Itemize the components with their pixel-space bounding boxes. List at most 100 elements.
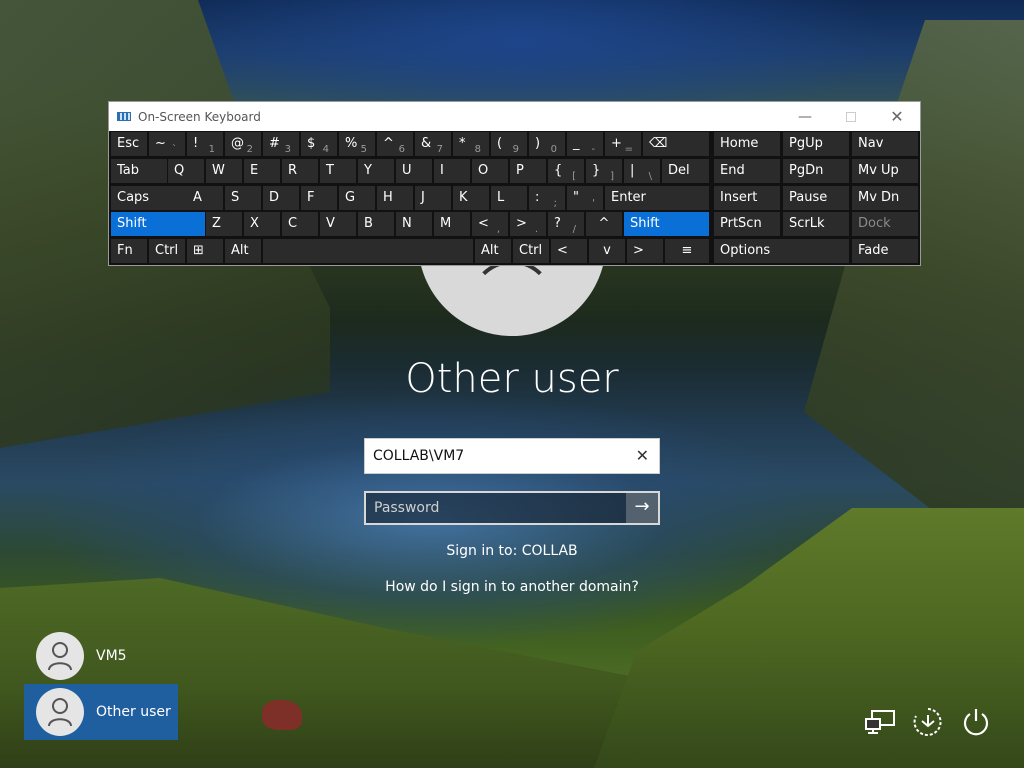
clear-icon[interactable]: ✕ <box>636 446 649 466</box>
key-r4-6[interactable]: N <box>396 212 432 236</box>
key-esc[interactable]: Esc <box>111 132 147 156</box>
key-right-ctrl[interactable]: Ctrl <box>513 239 549 263</box>
key-r3-11[interactable]: " ' <box>567 186 603 210</box>
key-prtscn[interactable]: PrtScn <box>714 212 780 236</box>
key-r3-8[interactable]: K <box>453 186 489 210</box>
key-arrow-down[interactable]: v <box>589 239 625 263</box>
user-tile-other-user[interactable]: Other user <box>24 684 178 740</box>
key-arrow-up[interactable]: ^ <box>586 212 622 236</box>
power-icon[interactable] <box>956 702 996 742</box>
on-screen-keyboard-window[interactable]: On-Screen Keyboard — ✕ Esc ~ `! 1 @2 #3 $4% 5 ^ 6… <box>108 101 921 266</box>
key-r1-13[interactable]: + = <box>605 132 641 156</box>
key-r2-7[interactable]: U <box>396 159 432 183</box>
key-r2-5[interactable]: T <box>320 159 356 183</box>
maximize-button[interactable] <box>828 102 874 131</box>
key-caps[interactable]: Caps <box>111 186 187 210</box>
key-pgup[interactable]: PgUp <box>783 132 849 156</box>
key-arrow-left[interactable]: < <box>551 239 587 263</box>
key-r1-1[interactable]: ~ ` <box>149 132 185 156</box>
key-r4-2[interactable]: X <box>244 212 280 236</box>
osk-titlebar[interactable]: On-Screen Keyboard — ✕ <box>109 102 920 131</box>
key-dock[interactable]: Dock <box>852 212 918 236</box>
key-mv-dn[interactable]: Mv Dn <box>852 186 918 210</box>
key-r1-11[interactable]: ) 0 <box>529 132 565 156</box>
key-r4-7[interactable]: M <box>434 212 470 236</box>
key-r2-2[interactable]: W <box>206 159 242 183</box>
key-right-shift[interactable]: Shift <box>624 212 709 236</box>
key-menu[interactable]: ≡ <box>665 239 709 263</box>
key-r2-6[interactable]: Y <box>358 159 394 183</box>
key-r2-4[interactable]: R <box>282 159 318 183</box>
key-scrlk[interactable]: ScrLk <box>783 212 849 236</box>
key-r4-9[interactable]: >. <box>510 212 546 236</box>
user-tile-vm5[interactable]: VM5 <box>24 628 178 684</box>
key-left-shift[interactable]: Shift <box>111 212 205 236</box>
key-ctrl[interactable]: Ctrl <box>149 239 185 263</box>
key-backspace[interactable]: ⌫ <box>643 132 709 156</box>
key-space[interactable] <box>263 239 473 263</box>
key-options[interactable]: Options <box>714 239 849 263</box>
key-end[interactable]: End <box>714 159 780 183</box>
domain-help-link[interactable]: How do I sign in to another domain? <box>0 579 1024 595</box>
key-r3-3[interactable]: D <box>263 186 299 210</box>
key-enter[interactable]: Enter <box>605 186 709 210</box>
key-r2-12[interactable]: }] <box>586 159 622 183</box>
key-r4-5[interactable]: B <box>358 212 394 236</box>
key-del[interactable]: Del <box>662 159 709 183</box>
key-r4-4[interactable]: V <box>320 212 356 236</box>
key-r1-12[interactable]: _ - <box>567 132 603 156</box>
key-r4-10[interactable]: ? / <box>548 212 584 236</box>
key-tab[interactable]: Tab <box>111 159 167 183</box>
key-r3-5[interactable]: G <box>339 186 375 210</box>
key-r1-4[interactable]: #3 <box>263 132 299 156</box>
key-r2-9[interactable]: O <box>472 159 508 183</box>
key-r3-6[interactable]: H <box>377 186 413 210</box>
key-r1-3[interactable]: @2 <box>225 132 261 156</box>
key-r2-8[interactable]: I <box>434 159 470 183</box>
key-alt[interactable]: Alt <box>225 239 261 263</box>
username-field[interactable]: ✕ <box>364 438 660 474</box>
key-r4-8[interactable]: <, <box>472 212 508 236</box>
key-r1-8[interactable]: & 7 <box>415 132 451 156</box>
key-r2-1[interactable]: Q <box>168 159 204 183</box>
key-r2-10[interactable]: P <box>510 159 546 183</box>
key-windows[interactable]: ⊞ <box>187 239 223 263</box>
password-input[interactable] <box>374 493 624 523</box>
key-r3-4[interactable]: F <box>301 186 337 210</box>
key-home[interactable]: Home <box>714 132 780 156</box>
key-r3-1[interactable]: A <box>187 186 223 210</box>
network-icon[interactable] <box>860 702 900 742</box>
key-r1-6[interactable]: % 5 <box>339 132 375 156</box>
password-field[interactable]: → <box>364 491 660 525</box>
key-arrow-right[interactable]: > <box>627 239 663 263</box>
key-nav[interactable]: Nav <box>852 132 918 156</box>
key-r3-2[interactable]: S <box>225 186 261 210</box>
key-right-alt[interactable]: Alt <box>475 239 511 263</box>
key-r1-7[interactable]: ^ 6 <box>377 132 413 156</box>
key-r3-10[interactable]: :; <box>529 186 565 210</box>
key-mv-up[interactable]: Mv Up <box>852 159 918 183</box>
key-label: S <box>231 190 240 205</box>
key-r1-9[interactable]: * 8 <box>453 132 489 156</box>
key-r4-3[interactable]: C <box>282 212 318 236</box>
key-pgdn[interactable]: PgDn <box>783 159 849 183</box>
key-r1-5[interactable]: $4 <box>301 132 337 156</box>
close-button[interactable]: ✕ <box>874 102 920 131</box>
username-input[interactable] <box>373 439 623 473</box>
key-r1-10[interactable]: (9 <box>491 132 527 156</box>
key-r3-7[interactable]: J <box>415 186 451 210</box>
key-fade[interactable]: Fade <box>852 239 918 263</box>
key-r1-2[interactable]: ! 1 <box>187 132 223 156</box>
key-insert[interactable]: Insert <box>714 186 780 210</box>
key-r2-13[interactable]: | \ <box>624 159 660 183</box>
key-fn[interactable]: Fn <box>111 239 147 263</box>
submit-arrow-icon[interactable]: → <box>626 493 658 523</box>
key-r3-9[interactable]: L <box>491 186 527 210</box>
minimize-button[interactable]: — <box>782 102 828 131</box>
key-r4-1[interactable]: Z <box>206 212 242 236</box>
ease-of-access-icon[interactable] <box>908 702 948 742</box>
key-r2-3[interactable]: E <box>244 159 280 183</box>
key-label: % <box>345 136 358 151</box>
key-pause[interactable]: Pause <box>783 186 849 210</box>
key-r2-11[interactable]: {[ <box>548 159 584 183</box>
